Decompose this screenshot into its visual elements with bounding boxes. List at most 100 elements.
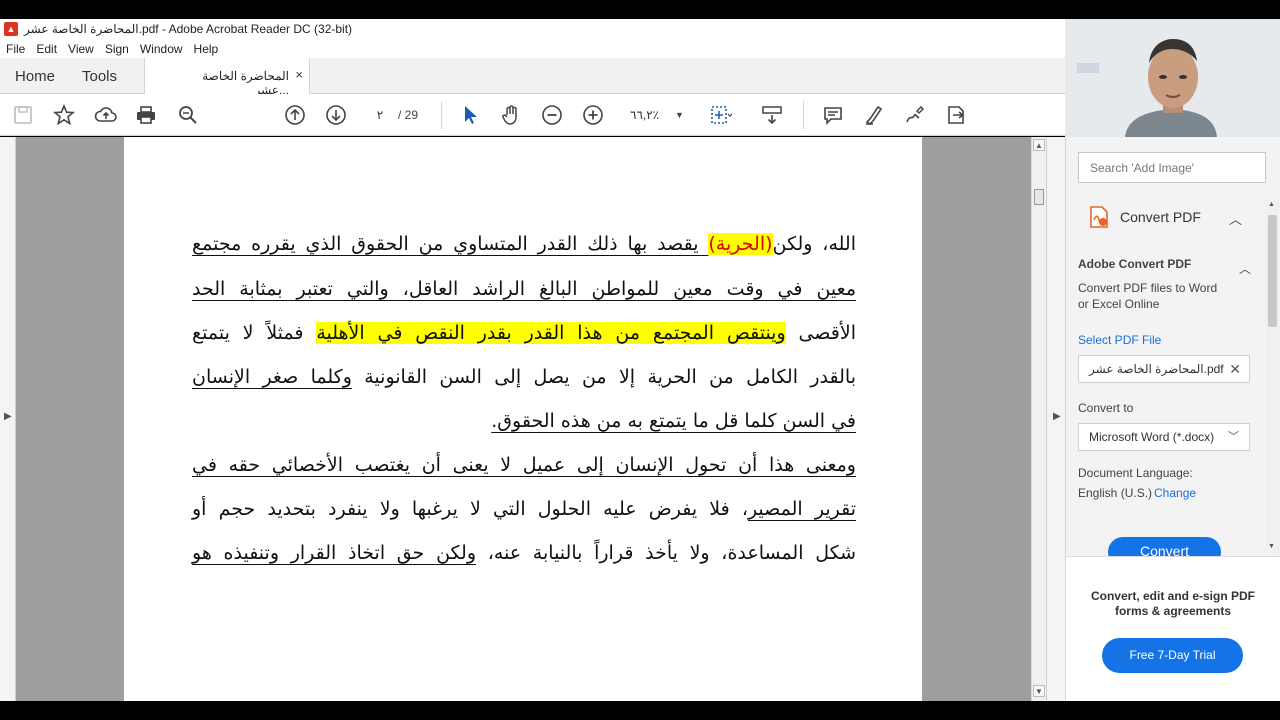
- scroll-up-icon[interactable]: ▲: [1268, 201, 1275, 208]
- menu-edit[interactable]: Edit: [36, 42, 57, 56]
- screen-top-bar: [0, 0, 1280, 19]
- more-tools-icon[interactable]: [944, 103, 968, 127]
- line-segment: في السن كلما قل ما يتمتع به من هذه الحقو…: [491, 410, 856, 432]
- line-segment: فمثلاً لا يتمتع: [192, 322, 317, 344]
- select-pdf-file-link[interactable]: Select PDF File: [1078, 333, 1161, 347]
- zoom-level-select[interactable]: ٦٦,٢٪ ▼: [630, 106, 688, 124]
- tab-close-icon[interactable]: ×: [295, 67, 303, 82]
- line-segment: ، فلا يفرض عليه الحلول التي لا يرغبها ول…: [192, 498, 748, 520]
- doc-line-7: تقرير المصير، فلا يفرض عليه الحلول التي …: [192, 495, 856, 523]
- section-title: Adobe Convert PDF: [1078, 257, 1192, 271]
- scroll-mode-icon[interactable]: [760, 103, 784, 127]
- convert-pdf-icon: [1088, 205, 1110, 229]
- change-language-link[interactable]: Change: [1154, 486, 1196, 500]
- line-segment: الله، ولكن: [772, 233, 856, 255]
- page-total: / 29: [398, 108, 419, 122]
- scroll-down-icon[interactable]: ▼: [1033, 685, 1045, 697]
- next-page-icon[interactable]: [324, 103, 348, 127]
- doc-line-3: الأقصى وينتقص المجتمع من هذا القدر بقدر …: [192, 319, 856, 347]
- doc-line-8: شكل المساعدة، ولا يأخذ قراراً بالنيابة ع…: [192, 539, 856, 567]
- doc-line-2: معين في وقت معين للمواطن البالغ الراشد ا…: [192, 275, 856, 303]
- chevron-down-icon: ▼: [675, 110, 684, 120]
- document-scrollbar[interactable]: ▲ ▼: [1031, 137, 1046, 701]
- fit-page-icon[interactable]: [708, 103, 733, 127]
- zoom-search-icon[interactable]: [176, 103, 200, 127]
- menu-help[interactable]: Help: [194, 42, 219, 56]
- zoom-level-value: ٦٦,٢٪: [630, 108, 660, 122]
- scrollbar-thumb[interactable]: [1268, 215, 1277, 327]
- convert-to-select[interactable]: Microsoft Word (*.docx) ﹀: [1078, 423, 1250, 451]
- highlighted-word: (الحرية): [708, 233, 773, 255]
- selected-file-name: المحاضرة الخاصة عشر.pdf: [1089, 362, 1224, 376]
- promo-panel: Convert, edit and e-sign PDF forms & agr…: [1066, 556, 1280, 701]
- doc-line-4: بالقدر الكامل من الحرية إلا من يصل إلى ا…: [192, 363, 856, 391]
- menu-sign[interactable]: Sign: [105, 42, 129, 56]
- select-cursor-icon[interactable]: [458, 103, 482, 127]
- line-segment: بالقدر الكامل من الحرية إلا من يصل إلى ا…: [351, 366, 856, 388]
- toolbar-divider: [441, 101, 442, 129]
- page-number-input[interactable]: ٢: [366, 106, 394, 124]
- tab-document-label: المحاضرة الخاصة عشر...: [202, 69, 289, 97]
- highlighted-phrase: وينتقص المجتمع من هذا القدر بقدر النقص ف…: [316, 322, 786, 344]
- chevron-right-icon: ▶: [1053, 411, 1061, 422]
- title-bar: ▲ المحاضرة الخاصة عشر.pdf - Adobe Acroba…: [0, 19, 1065, 39]
- line-segment: وكلما صغر الإنسان: [192, 366, 352, 388]
- section-desc-2: or Excel Online: [1078, 297, 1160, 311]
- convert-pdf-title: Convert PDF: [1120, 209, 1201, 225]
- doc-line-6: ومعنى هذا أن تحول الإنسان إلى عميل لا يع…: [192, 451, 856, 479]
- section-desc-1: Convert PDF files to Word: [1078, 281, 1218, 295]
- hand-tool-icon[interactable]: [499, 103, 523, 127]
- tools-search-input[interactable]: Search 'Add Image': [1078, 152, 1266, 183]
- remove-file-icon[interactable]: ✕: [1229, 356, 1241, 382]
- scrollbar-thumb[interactable]: [1034, 189, 1044, 205]
- left-panel-toggle[interactable]: ▶: [0, 137, 16, 701]
- doc-language-label: Document Language:: [1078, 466, 1193, 480]
- screen-bottom-bar: [0, 701, 1280, 720]
- free-trial-button[interactable]: Free 7-Day Trial: [1102, 638, 1243, 673]
- selected-file-field[interactable]: المحاضرة الخاصة عشر.pdf ✕: [1078, 355, 1250, 383]
- menu-bar: File Edit View Sign Window Help: [0, 39, 1065, 58]
- chevron-right-icon: ▶: [4, 411, 12, 422]
- highlight-pen-icon[interactable]: [862, 103, 886, 127]
- presenter-photo: [1065, 19, 1280, 137]
- menu-window[interactable]: Window: [140, 42, 183, 56]
- convert-to-label: Convert to: [1078, 401, 1134, 415]
- chevron-up-icon[interactable]: ︿: [1229, 209, 1242, 228]
- scroll-up-icon[interactable]: ▲: [1033, 139, 1045, 151]
- line-segment: تقرير المصير: [747, 498, 856, 520]
- print-icon[interactable]: [134, 103, 158, 127]
- chevron-up-icon[interactable]: ︿: [1239, 260, 1251, 277]
- chevron-down-icon: ﹀: [1228, 431, 1239, 443]
- comment-icon[interactable]: [821, 103, 845, 127]
- convert-to-value: Microsoft Word (*.docx): [1089, 430, 1215, 444]
- zoom-out-icon[interactable]: [540, 103, 564, 127]
- scroll-down-icon[interactable]: ▼: [1268, 543, 1275, 550]
- zoom-in-icon[interactable]: [581, 103, 605, 127]
- menu-view[interactable]: View: [68, 42, 94, 56]
- toolbar-divider: [803, 101, 804, 129]
- line-segment: ولكن حق اتخاذ القرار وتنفيذه هو: [192, 542, 477, 564]
- star-icon[interactable]: [52, 103, 76, 127]
- right-panel-toggle[interactable]: ▶: [1046, 137, 1065, 701]
- line-segment: شكل المساعدة، ولا يأخذ قراراً بالنيابة ع…: [476, 542, 856, 564]
- sign-icon[interactable]: [903, 103, 927, 127]
- doc-language-value: English (U.S.): [1078, 486, 1153, 500]
- previous-page-icon[interactable]: [283, 103, 307, 127]
- tab-tools[interactable]: Tools: [82, 68, 117, 85]
- menu-file[interactable]: File: [6, 42, 25, 56]
- line-segment: يقصد بها ذلك القدر المتساوي من الحقوق ال…: [192, 233, 709, 255]
- doc-line-1: الله، ولكن(الحرية) يقصد بها ذلك القدر ال…: [192, 230, 856, 258]
- tools-pane-scrollbar[interactable]: ▲ ▼: [1266, 199, 1279, 555]
- promo-text: Convert, edit and e-sign PDF forms & agr…: [1090, 589, 1255, 618]
- tab-home[interactable]: Home: [15, 68, 55, 85]
- line-segment: الأقصى: [785, 322, 856, 344]
- line-segment: ومعنى هذا أن تحول الإنسان إلى عميل لا يع…: [192, 454, 856, 476]
- doc-line-5: في السن كلما قل ما يتمتع به من هذه الحقو…: [192, 407, 856, 435]
- webcam-overlay: [1065, 19, 1280, 137]
- pdf-icon: ▲: [4, 22, 18, 36]
- window-title: المحاضرة الخاصة عشر.pdf - Adobe Acrobat …: [24, 22, 353, 36]
- upload-cloud-icon[interactable]: [94, 103, 118, 127]
- save-icon[interactable]: [11, 103, 35, 127]
- tab-document[interactable]: المحاضرة الخاصة عشر... ×: [144, 58, 310, 97]
- line-segment: معين في وقت معين للمواطن البالغ الراشد ا…: [192, 278, 856, 300]
